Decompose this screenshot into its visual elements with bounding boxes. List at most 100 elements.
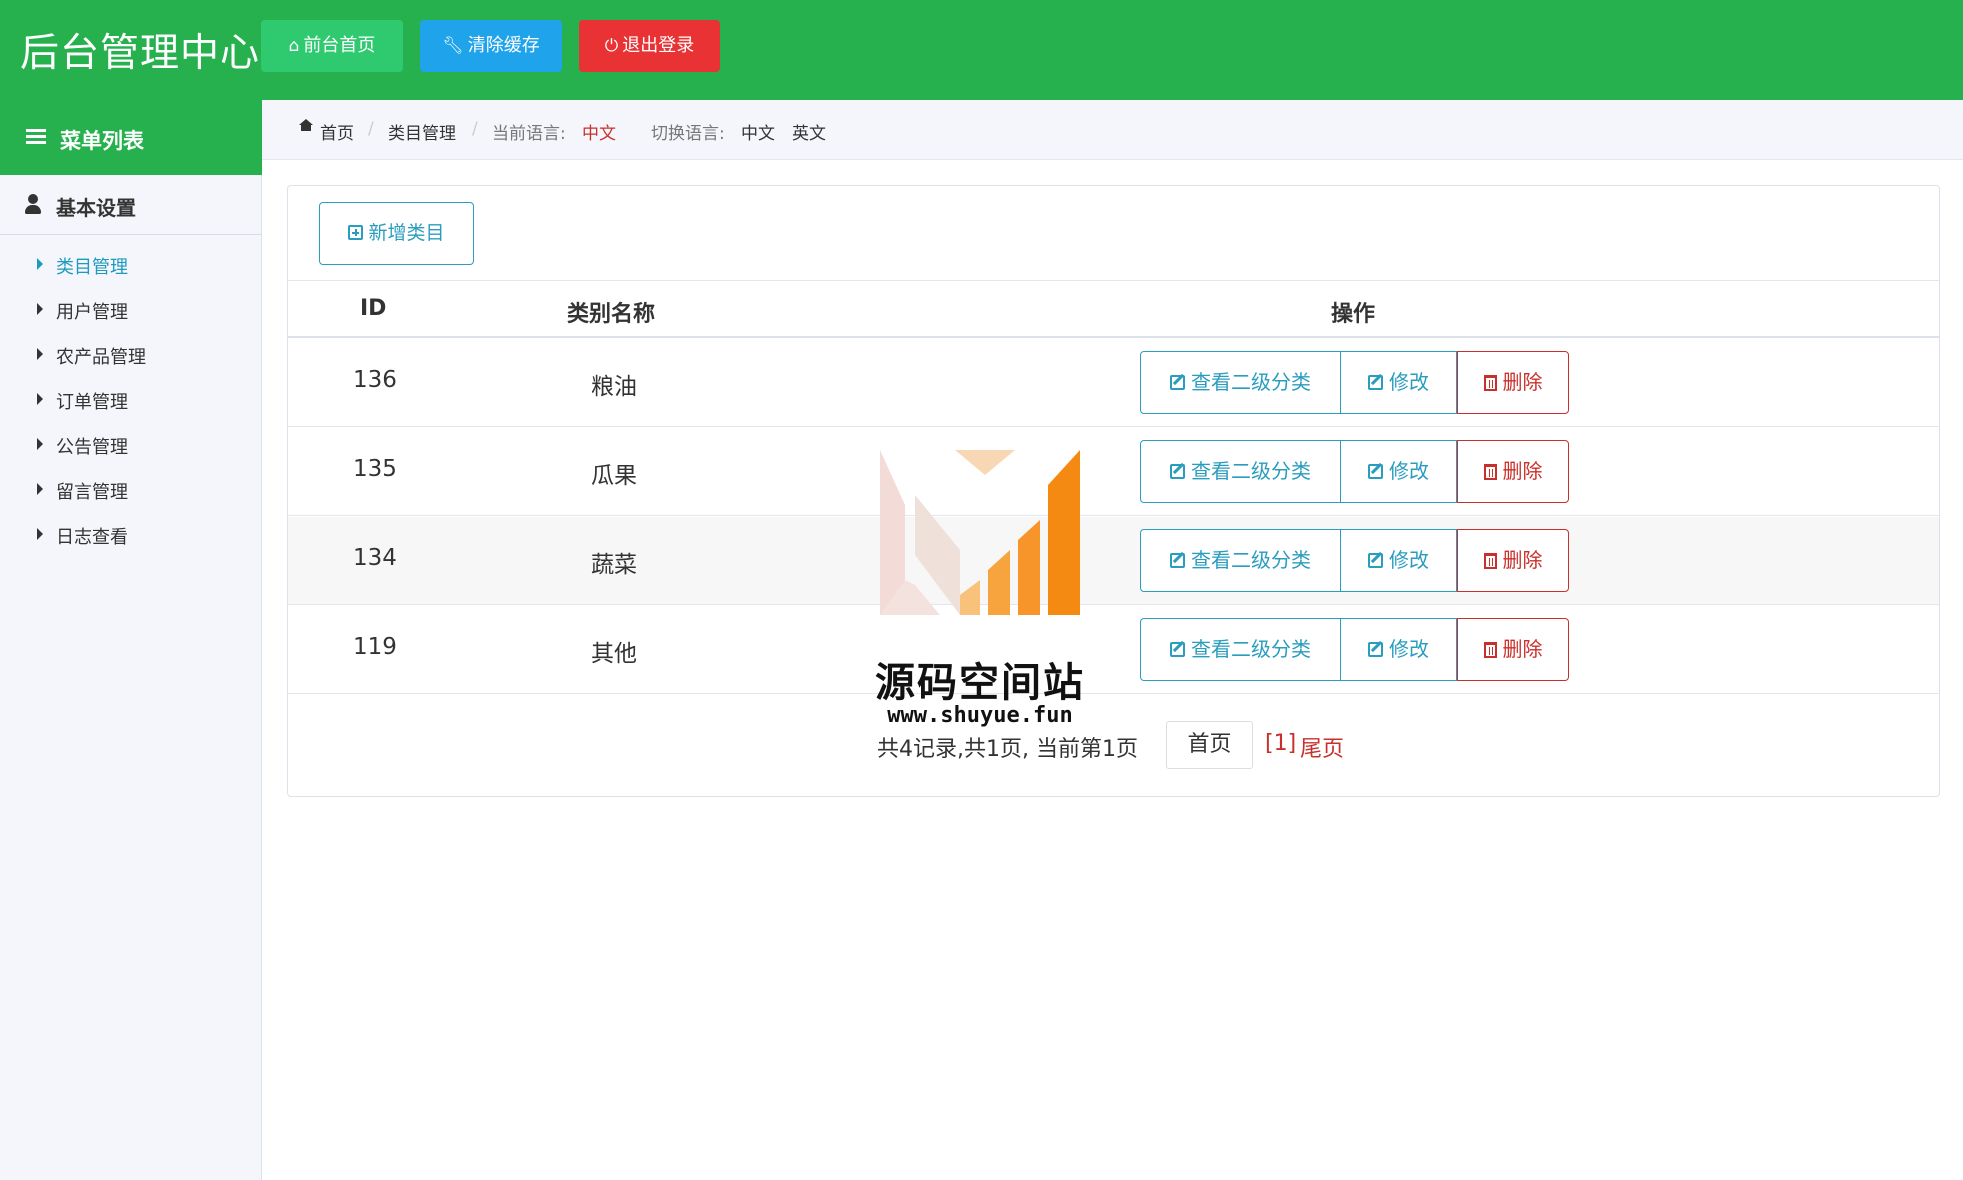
- caret-right-icon: [37, 258, 43, 270]
- clear-cache-label: 清除缓存: [467, 35, 540, 56]
- last-page-link[interactable]: 尾页: [1300, 731, 1344, 763]
- pagination-summary: 共4记录,共1页, 当前第1页: [877, 737, 1138, 762]
- edit-button[interactable]: 修改: [1341, 529, 1457, 592]
- breadcrumb-home-link[interactable]: 首页: [320, 119, 354, 144]
- column-header-actions: 操作: [1331, 302, 1376, 327]
- frontend-home-label: 前台首页: [303, 35, 376, 56]
- row-id: 136: [353, 367, 397, 393]
- breadcrumb-current: 类目管理: [388, 124, 456, 144]
- edit-label: 修改: [1389, 459, 1429, 483]
- sidebar-item-label: 公告管理: [56, 437, 128, 458]
- delete-button[interactable]: 删除: [1457, 529, 1569, 592]
- edit-icon: [1368, 464, 1383, 479]
- sidebar-item-announcements[interactable]: 公告管理: [0, 425, 262, 465]
- sidebar-item-label: 类目管理: [56, 257, 128, 278]
- sidebar-item-users[interactable]: 用户管理: [0, 290, 262, 330]
- caret-right-icon: [37, 348, 43, 360]
- edit-button[interactable]: 修改: [1341, 618, 1457, 681]
- delete-label: 删除: [1502, 459, 1543, 483]
- sidebar-item-label: 日志查看: [56, 527, 128, 548]
- sidebar-section-label: 基本设置: [56, 196, 136, 220]
- row-name: 其他: [591, 641, 637, 667]
- language-zh-link[interactable]: 中文: [741, 119, 775, 144]
- edit-icon: [1170, 553, 1185, 568]
- edit-icon: [1368, 553, 1383, 568]
- column-header-id: ID: [360, 296, 387, 321]
- sidebar-item-logs[interactable]: 日志查看: [0, 515, 262, 555]
- caret-right-icon: [37, 438, 43, 450]
- power-icon: ⏻: [604, 36, 619, 56]
- caret-right-icon: [37, 303, 43, 315]
- edit-button[interactable]: 修改: [1341, 440, 1457, 503]
- breadcrumb: 首页 / 类目管理 / 当前语言: 中文 切换语言: 中文 英文: [262, 100, 1963, 160]
- view-subcategory-button[interactable]: 查看二级分类: [1140, 351, 1341, 414]
- caret-right-icon: [37, 528, 43, 540]
- row-id: 119: [353, 634, 397, 660]
- edit-icon: [1170, 375, 1185, 390]
- breadcrumb-separator: /: [472, 119, 478, 139]
- row-name: 粮油: [591, 374, 637, 400]
- logout-button[interactable]: ⏻ 退出登录: [579, 20, 720, 72]
- sidebar-header-label: 菜单列表: [60, 129, 144, 153]
- current-language-label: 当前语言:: [492, 124, 566, 144]
- view-subcategory-label: 查看二级分类: [1191, 548, 1311, 572]
- sidebar-item-products[interactable]: 农产品管理: [0, 335, 262, 375]
- edit-icon: [1170, 464, 1185, 479]
- sidebar-header: 菜单列表: [0, 100, 262, 175]
- row-actions: 查看二级分类 修改 删除: [1140, 351, 1569, 414]
- language-en-link[interactable]: 英文: [792, 119, 826, 144]
- sidebar-item-label: 农产品管理: [56, 347, 146, 368]
- wrench-icon: 🔧︎: [442, 36, 464, 56]
- current-language-value: 中文: [582, 124, 616, 144]
- add-category-label: 新增类目: [368, 222, 445, 244]
- home-icon: [299, 119, 313, 131]
- view-subcategory-button[interactable]: 查看二级分类: [1140, 440, 1341, 503]
- row-id: 135: [353, 456, 397, 482]
- edit-icon: [1170, 642, 1185, 657]
- edit-button[interactable]: 修改: [1341, 351, 1457, 414]
- delete-button[interactable]: 删除: [1457, 351, 1569, 414]
- list-icon: [26, 129, 46, 145]
- sidebar-item-orders[interactable]: 订单管理: [0, 380, 262, 420]
- table-row: 136 粮油 查看二级分类 修改 删除: [288, 339, 1939, 427]
- first-page-button[interactable]: 首页: [1166, 721, 1253, 769]
- edit-label: 修改: [1389, 370, 1429, 394]
- view-subcategory-label: 查看二级分类: [1191, 459, 1311, 483]
- view-subcategory-button[interactable]: 查看二级分类: [1140, 618, 1341, 681]
- sidebar-item-label: 订单管理: [56, 392, 128, 413]
- home-icon: ⌂: [288, 36, 300, 56]
- sidebar-item-label: 用户管理: [56, 302, 128, 323]
- row-name: 蔬菜: [591, 552, 637, 578]
- edit-icon: [1368, 375, 1383, 390]
- trash-icon: [1483, 553, 1497, 569]
- sidebar-item-category[interactable]: 类目管理: [0, 245, 262, 285]
- trash-icon: [1483, 642, 1497, 658]
- table-header: ID 类别名称 操作: [288, 280, 1939, 338]
- view-subcategory-label: 查看二级分类: [1191, 370, 1311, 394]
- sidebar-item-label: 留言管理: [56, 482, 128, 503]
- column-header-name: 类别名称: [567, 302, 656, 327]
- table-row: 135 瓜果 查看二级分类 修改 删除: [288, 428, 1939, 516]
- delete-label: 删除: [1502, 370, 1543, 394]
- delete-button[interactable]: 删除: [1457, 618, 1569, 681]
- caret-right-icon: [37, 393, 43, 405]
- row-actions: 查看二级分类 修改 删除: [1140, 529, 1569, 592]
- delete-label: 删除: [1502, 548, 1543, 572]
- add-category-button[interactable]: 新增类目: [319, 202, 474, 265]
- view-subcategory-button[interactable]: 查看二级分类: [1140, 529, 1341, 592]
- sidebar-section-basic-settings[interactable]: 基本设置: [0, 175, 262, 235]
- clear-cache-button[interactable]: 🔧︎ 清除缓存: [420, 20, 562, 72]
- view-subcategory-label: 查看二级分类: [1191, 637, 1311, 661]
- frontend-home-button[interactable]: ⌂ 前台首页: [261, 20, 403, 72]
- edit-label: 修改: [1389, 548, 1429, 572]
- edit-label: 修改: [1389, 637, 1429, 661]
- breadcrumb-separator: /: [368, 119, 374, 139]
- row-actions: 查看二级分类 修改 删除: [1140, 618, 1569, 681]
- plus-square-icon: [348, 225, 364, 240]
- row-actions: 查看二级分类 修改 删除: [1140, 440, 1569, 503]
- logout-label: 退出登录: [622, 35, 695, 56]
- delete-button[interactable]: 删除: [1457, 440, 1569, 503]
- switch-language-label: 切换语言:: [651, 124, 725, 144]
- table-row: 134 蔬菜 查看二级分类 修改 删除: [288, 517, 1939, 605]
- sidebar-item-messages[interactable]: 留言管理: [0, 470, 262, 510]
